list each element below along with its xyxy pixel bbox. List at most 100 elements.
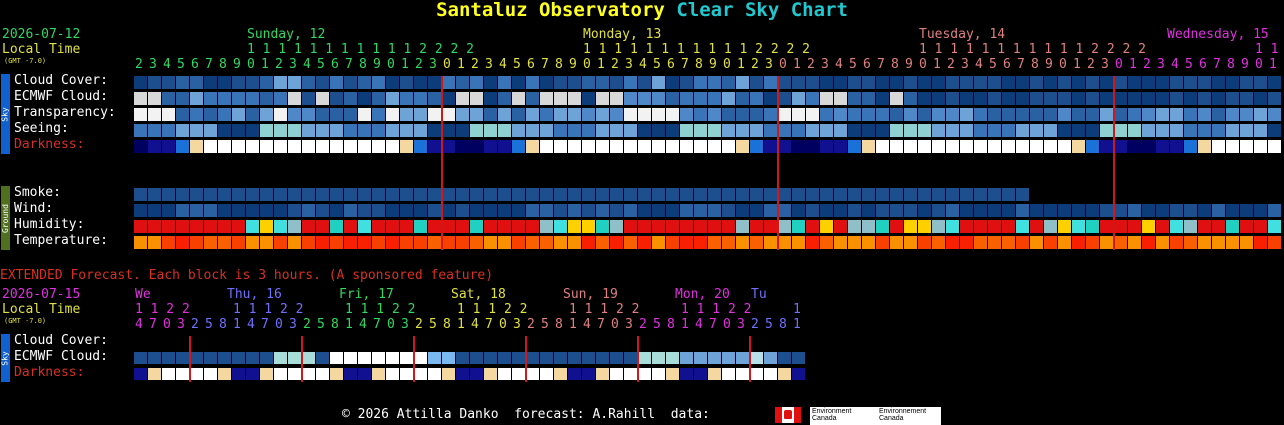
wind-cell[interactable] (288, 204, 301, 217)
transparency-cell[interactable] (624, 108, 637, 121)
temperature-cell[interactable] (946, 236, 959, 249)
humidity-cell[interactable] (344, 220, 357, 233)
ext-darkness-cell[interactable] (316, 368, 329, 380)
humidity-cell[interactable] (442, 220, 455, 233)
darkness-cell[interactable] (1114, 140, 1127, 153)
seeing-cell[interactable] (428, 124, 441, 137)
seeing-cell[interactable] (1142, 124, 1155, 137)
ecmwf-cloud-cell[interactable] (1072, 92, 1085, 105)
temperature-cell[interactable] (1002, 236, 1015, 249)
transparency-cell[interactable] (750, 108, 763, 121)
darkness-cell[interactable] (512, 140, 525, 153)
wind-cell[interactable] (344, 204, 357, 217)
ext-cloud-cell[interactable] (372, 352, 385, 364)
ext-darkness-cell[interactable] (708, 368, 721, 380)
cloud-cover-cell[interactable] (148, 76, 161, 89)
seeing-cell[interactable] (1100, 124, 1113, 137)
cloud-cover-cell[interactable] (778, 76, 791, 89)
temperature-cell[interactable] (596, 236, 609, 249)
ecmwf-cloud-cell[interactable] (344, 92, 357, 105)
temperature-cell[interactable] (904, 236, 917, 249)
smoke-cell[interactable] (358, 188, 371, 201)
smoke-cell[interactable] (470, 188, 483, 201)
ext-cloud-cell[interactable] (568, 352, 581, 364)
ext-darkness-cell[interactable] (652, 368, 665, 380)
ext-darkness-cell[interactable] (792, 368, 805, 380)
wind-cell[interactable] (330, 204, 343, 217)
cloud-cover-cell[interactable] (1072, 76, 1085, 89)
transparency-cell[interactable] (792, 108, 805, 121)
ecmwf-cloud-cell[interactable] (834, 92, 847, 105)
ecmwf-cloud-cell[interactable] (1058, 92, 1071, 105)
ext-darkness-cell[interactable] (680, 368, 693, 380)
temperature-cell[interactable] (1128, 236, 1141, 249)
ext-cloud-cell[interactable] (554, 352, 567, 364)
ext-cloud-cell[interactable] (330, 352, 343, 364)
darkness-cell[interactable] (974, 140, 987, 153)
cloud-cover-cell[interactable] (1156, 76, 1169, 89)
darkness-cell[interactable] (232, 140, 245, 153)
wind-cell[interactable] (414, 204, 427, 217)
ecmwf-cloud-cell[interactable] (554, 92, 567, 105)
seeing-cell[interactable] (540, 124, 553, 137)
ext-ecmwf-cell[interactable] (484, 352, 497, 364)
ext-ecmwf-cell[interactable] (750, 352, 763, 364)
humidity-cell[interactable] (610, 220, 623, 233)
ext-cloud-cell[interactable] (232, 352, 245, 364)
temperature-cell[interactable] (232, 236, 245, 249)
transparency-cell[interactable] (680, 108, 693, 121)
seeing-cell[interactable] (918, 124, 931, 137)
seeing-cell[interactable] (736, 124, 749, 137)
humidity-cell[interactable] (260, 220, 273, 233)
cloud-cover-cell[interactable] (1268, 76, 1281, 89)
cloud-cover-cell[interactable] (932, 76, 945, 89)
smoke-cell[interactable] (190, 188, 203, 201)
transparency-cell[interactable] (1058, 108, 1071, 121)
temperature-cell[interactable] (582, 236, 595, 249)
ecmwf-cloud-cell[interactable] (162, 92, 175, 105)
darkness-cell[interactable] (372, 140, 385, 153)
ecmwf-cloud-cell[interactable] (1142, 92, 1155, 105)
transparency-cell[interactable] (946, 108, 959, 121)
ext-ecmwf-cell[interactable] (568, 352, 581, 364)
ecmwf-cloud-cell[interactable] (1226, 92, 1239, 105)
ext-ecmwf-cell[interactable] (470, 352, 483, 364)
ext-darkness-cell[interactable] (484, 368, 497, 380)
ext-ecmwf-cell[interactable] (246, 352, 259, 364)
temperature-cell[interactable] (148, 236, 161, 249)
temperature-cell[interactable] (176, 236, 189, 249)
temperature-cell[interactable] (1240, 236, 1253, 249)
temperature-cell[interactable] (778, 236, 791, 249)
temperature-cell[interactable] (876, 236, 889, 249)
humidity-cell[interactable] (624, 220, 637, 233)
ecmwf-cloud-cell[interactable] (778, 92, 791, 105)
ecmwf-cloud-cell[interactable] (890, 92, 903, 105)
transparency-cell[interactable] (316, 108, 329, 121)
seeing-cell[interactable] (134, 124, 147, 137)
transparency-cell[interactable] (372, 108, 385, 121)
transparency-cell[interactable] (1142, 108, 1155, 121)
seeing-cell[interactable] (652, 124, 665, 137)
transparency-cell[interactable] (736, 108, 749, 121)
temperature-cell[interactable] (554, 236, 567, 249)
darkness-cell[interactable] (862, 140, 875, 153)
wind-cell[interactable] (162, 204, 175, 217)
ecmwf-cloud-cell[interactable] (1198, 92, 1211, 105)
wind-cell[interactable] (386, 204, 399, 217)
smoke-cell[interactable] (386, 188, 399, 201)
smoke-cell[interactable] (498, 188, 511, 201)
seeing-cell[interactable] (610, 124, 623, 137)
smoke-cell[interactable] (722, 188, 735, 201)
wind-cell[interactable] (358, 204, 371, 217)
ecmwf-cloud-cell[interactable] (1212, 92, 1225, 105)
darkness-cell[interactable] (190, 140, 203, 153)
darkness-cell[interactable] (1128, 140, 1141, 153)
seeing-cell[interactable] (302, 124, 315, 137)
humidity-cell[interactable] (988, 220, 1001, 233)
seeing-cell[interactable] (414, 124, 427, 137)
seeing-cell[interactable] (1184, 124, 1197, 137)
wind-cell[interactable] (260, 204, 273, 217)
smoke-cell[interactable] (232, 188, 245, 201)
temperature-cell[interactable] (694, 236, 707, 249)
ext-darkness-cell[interactable] (400, 368, 413, 380)
